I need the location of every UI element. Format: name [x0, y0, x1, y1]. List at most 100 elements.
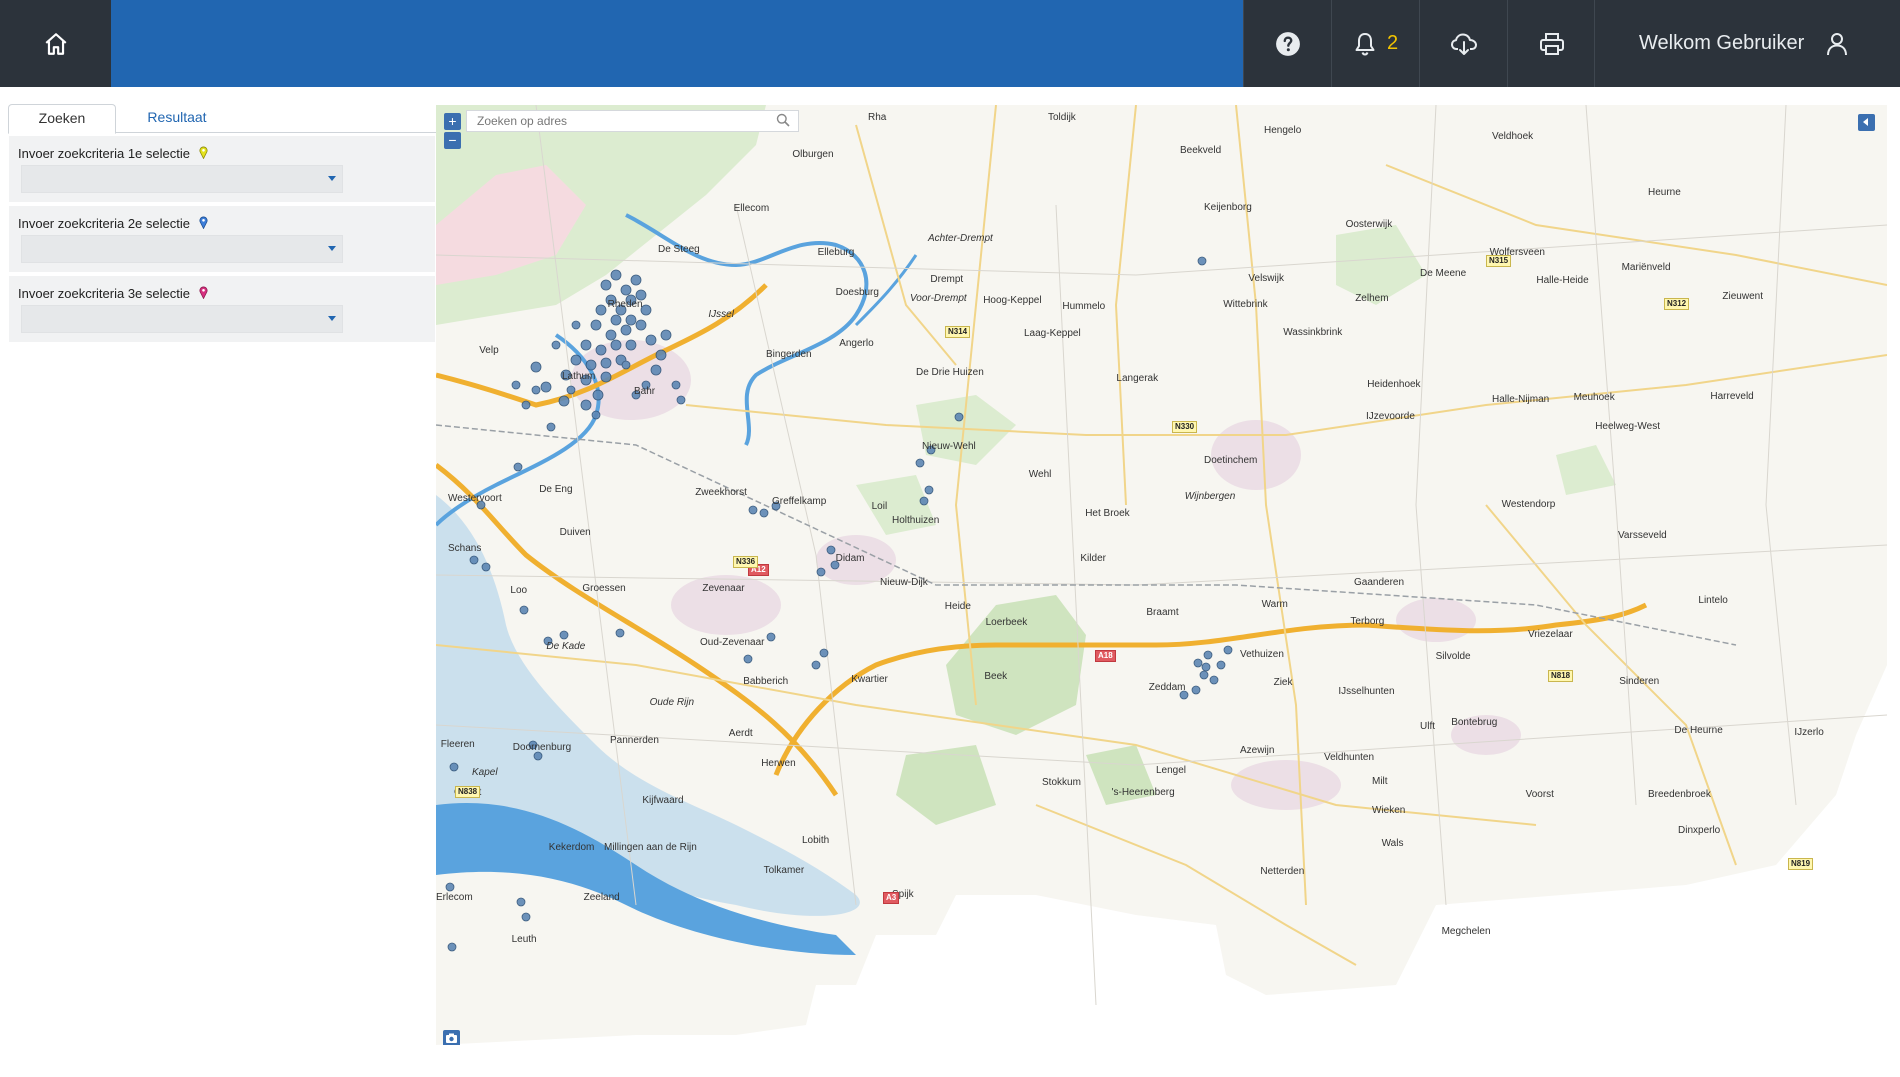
place-label: Loo	[510, 585, 528, 596]
place-label: Zelhem	[1355, 293, 1389, 305]
place-label: IJzerlo	[1794, 726, 1824, 738]
place-label: Kwartier	[851, 673, 888, 685]
place-label: Aerdt	[728, 727, 753, 739]
place-label: Doesburg	[835, 287, 879, 299]
tab-zoeken[interactable]: Zoeken	[8, 104, 116, 134]
place-label: Lengel	[1156, 765, 1187, 776]
place-label: Elleburg	[817, 246, 855, 258]
criteria-select-3[interactable]	[21, 305, 343, 333]
place-label: Oud-Zevenaar	[700, 636, 765, 648]
home-icon	[45, 32, 66, 55]
place-label: Bahr	[634, 385, 656, 397]
place-label: Wittebrink	[1223, 299, 1268, 311]
place-label: Heidenhoek	[1367, 378, 1421, 390]
place-label: Wehl	[1028, 468, 1052, 480]
place-label: Ulft	[1420, 720, 1435, 732]
print-button[interactable]	[1507, 0, 1595, 87]
zoom-out-button[interactable]: −	[444, 132, 461, 149]
address-search-input[interactable]	[466, 110, 799, 132]
place-label: Zweekhorst	[695, 486, 747, 498]
place-label: Angerlo	[839, 337, 874, 349]
place-label: IJzevoorde	[1366, 411, 1415, 422]
place-label: Mariënveld	[1621, 262, 1671, 274]
place-label: Heelweg-West	[1595, 420, 1661, 432]
place-label: Didam	[835, 552, 865, 564]
place-label: Millingen aan de Rijn	[604, 841, 697, 853]
place-label: Hoog-Keppel	[983, 294, 1042, 306]
map-canvas[interactable]	[436, 105, 1887, 1045]
place-label: De Steeg	[658, 244, 700, 256]
place-label: Nieuw-Wehl	[922, 441, 976, 452]
place-label: Erlecom	[436, 892, 473, 904]
criteria-label-1: Invoer zoekcriteria 1e selectie	[18, 146, 190, 161]
place-label: Breedenbroek	[1648, 789, 1711, 800]
place-label: Dinxperlo	[1678, 825, 1721, 836]
place-label: Loerbeek	[985, 617, 1028, 629]
zoom-in-button[interactable]: +	[444, 113, 461, 130]
criteria-select-1[interactable]	[21, 165, 343, 193]
place-label: Langerak	[1116, 372, 1159, 384]
place-label: Zeddam	[1148, 682, 1186, 694]
place-label: Varsseveld	[1618, 529, 1667, 541]
place-label: Hengelo	[1264, 125, 1302, 137]
place-label: Veldhoek	[1492, 131, 1534, 143]
header-band	[111, 0, 1243, 87]
criteria-block-1: Invoer zoekcriteria 1e selectie	[9, 136, 435, 204]
place-label: Zeeland	[583, 892, 620, 904]
place-label: Herwen	[761, 757, 796, 769]
collapse-panel-button[interactable]	[1858, 114, 1875, 131]
place-label: De Heurne	[1674, 725, 1723, 737]
place-label: Silvolde	[1435, 651, 1471, 662]
place-label: Harreveld	[1710, 390, 1754, 402]
user-menu[interactable]: Welkom Gebruiker	[1594, 0, 1900, 87]
map-view[interactable]: Rha Toldijk Hengelo Veldhoek Beekveld Olburge…	[436, 105, 1887, 1045]
place-label: Wassinkbrink	[1283, 327, 1343, 338]
place-label: Voorst	[1525, 789, 1554, 800]
tab-resultaat[interactable]: Resultaat	[122, 104, 232, 132]
place-label: Kilder	[1080, 552, 1106, 564]
criteria-block-2: Invoer zoekcriteria 2e selectie	[9, 206, 435, 274]
panel-tabs: Zoeken Resultaat	[8, 104, 436, 134]
criteria-label-2: Invoer zoekcriteria 2e selectie	[18, 216, 190, 231]
place-label: Oosterwijk	[1345, 219, 1393, 230]
road-number-label: N838	[455, 786, 481, 798]
place-label: Fleeren	[440, 738, 475, 750]
place-label: Kekerdom	[548, 841, 595, 853]
place-label: De Eng	[539, 484, 573, 496]
chevron-down-icon	[328, 176, 336, 181]
place-label: IJssel	[708, 309, 734, 320]
place-label: Nieuw-Dijk	[880, 576, 928, 588]
download-button[interactable]	[1419, 0, 1507, 87]
road-number-label: N818	[1548, 670, 1574, 682]
place-label: Zevenaar	[702, 582, 745, 594]
place-label: Westendorp	[1501, 498, 1556, 510]
place-label: Halle-Heide	[1536, 275, 1589, 287]
place-label: Achter-Drempt	[928, 233, 993, 245]
place-label: Doetinchem	[1204, 455, 1258, 467]
place-label: Kapel	[472, 767, 498, 779]
search-icon[interactable]	[776, 113, 790, 127]
pink-pin-icon	[199, 286, 208, 299]
place-label: Schans	[448, 543, 482, 554]
notifications-button[interactable]: 2	[1331, 0, 1419, 87]
help-button[interactable]	[1243, 0, 1331, 87]
screenshot-button[interactable]	[443, 1030, 460, 1045]
user-icon	[1827, 32, 1848, 55]
place-label: Greffelkamp	[772, 496, 827, 508]
yellow-pin-icon	[199, 146, 208, 159]
place-label: Pannerden	[610, 735, 659, 746]
road-number-label: A18	[1095, 650, 1116, 662]
place-label: Megchelen	[1441, 925, 1491, 937]
place-label: Doornenburg	[512, 742, 572, 754]
criteria-select-2[interactable]	[21, 235, 343, 263]
road-number-label: N312	[1664, 298, 1690, 310]
home-button[interactable]	[0, 0, 111, 87]
place-label: Kijfwaard	[642, 795, 684, 806]
place-label: Zieuwent	[1722, 291, 1763, 302]
chevron-down-icon	[328, 316, 336, 321]
place-label: Hummelo	[1062, 300, 1106, 312]
place-label: Velp	[479, 345, 499, 356]
place-label: Gaanderen	[1354, 576, 1405, 588]
place-label: Lintelo	[1698, 594, 1728, 606]
place-label: Ziek	[1273, 677, 1293, 689]
